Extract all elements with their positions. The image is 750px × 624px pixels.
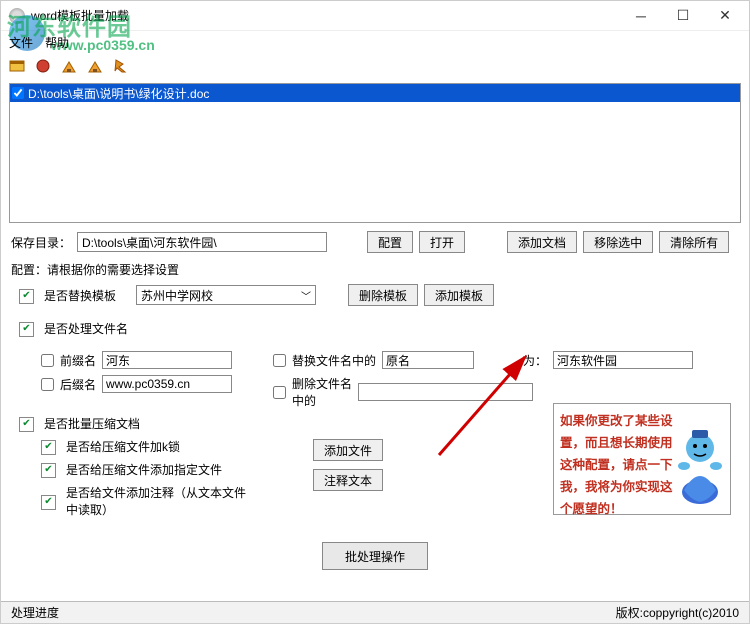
- del-in-name-checkbox[interactable]: [273, 386, 286, 399]
- add-file-label: 是否给压缩文件添加指定文件: [66, 461, 222, 478]
- status-left: 处理进度: [11, 604, 59, 621]
- del-in-name-label: 删除文件名中的: [292, 375, 352, 409]
- comment-checkbox[interactable]: [41, 493, 60, 510]
- config-button[interactable]: 配置: [367, 231, 413, 253]
- file-checkbox[interactable]: [12, 87, 24, 99]
- prefix-label: 前缀名: [60, 352, 96, 369]
- menu-file[interactable]: 文件: [9, 34, 33, 51]
- save-row: 保存目录： 配置 打开 添加文档 移除选中 清除所有: [11, 231, 739, 253]
- comment-label: 是否给文件添加注释（从文本文件中读取）: [66, 484, 253, 518]
- orig-name-input[interactable]: [382, 351, 474, 369]
- del-template-button[interactable]: 删除模板: [348, 284, 418, 306]
- prefix-checkbox[interactable]: [41, 354, 54, 367]
- prefix-input[interactable]: [102, 351, 232, 369]
- filename-row: 是否处理文件名: [19, 320, 731, 337]
- comment-button[interactable]: 注释文本: [313, 469, 383, 491]
- template-row: 是否替换模板 苏州中学网校 删除模板 添加模板: [19, 284, 731, 306]
- add-doc-button[interactable]: 添加文档: [507, 231, 577, 253]
- toolbar-icon-5[interactable]: [113, 58, 129, 74]
- status-right: 版权:coppyright(c)2010: [616, 604, 739, 621]
- toolbar: [1, 53, 749, 79]
- hint-box[interactable]: 如果你更改了某些设置，而且想长期使用这种配置，请点一下我，我将为你实现这个愿望的…: [553, 403, 731, 515]
- clear-all-button[interactable]: 清除所有: [659, 231, 729, 253]
- toolbar-icon-2[interactable]: [35, 58, 51, 74]
- lock-checkbox[interactable]: [41, 438, 60, 455]
- file-path: D:\tools\桌面\说明书\绿化设计.doc: [28, 85, 209, 102]
- suffix-input[interactable]: [102, 375, 232, 393]
- suffix-checkbox[interactable]: [41, 378, 54, 391]
- toolbar-icon-3[interactable]: [61, 58, 77, 74]
- replace-in-name-checkbox[interactable]: [273, 354, 286, 367]
- replace-in-name-label: 替换文件名中的: [292, 352, 376, 369]
- save-dir-label: 保存目录：: [11, 234, 71, 251]
- save-dir-input[interactable]: [77, 232, 327, 252]
- window-title: word模板批量加载: [31, 7, 629, 24]
- remove-selected-button[interactable]: 移除选中: [583, 231, 653, 253]
- genie-icon: [674, 412, 726, 508]
- hint-text: 如果你更改了某些设置，而且想长期使用这种配置，请点一下我，我将为你实现这个愿望的…: [560, 410, 678, 520]
- menubar: 文件 帮助: [1, 31, 749, 53]
- config-header: 配置：请根据你的需要选择设置: [11, 261, 739, 278]
- batch-compress-label: 是否批量压缩文档: [44, 415, 140, 432]
- minimize-button[interactable]: ─: [629, 6, 653, 26]
- file-row[interactable]: D:\tools\桌面\说明书\绿化设计.doc: [10, 84, 740, 102]
- file-list[interactable]: D:\tools\桌面\说明书\绿化设计.doc: [9, 83, 741, 223]
- statusbar: 处理进度 版权:coppyright(c)2010: [1, 601, 749, 623]
- batch-compress-checkbox[interactable]: [19, 415, 38, 432]
- add-file-checkbox[interactable]: [41, 461, 60, 478]
- replace-template-checkbox[interactable]: [19, 287, 38, 304]
- process-filename-label: 是否处理文件名: [44, 320, 128, 337]
- toolbar-icon-4[interactable]: [87, 58, 103, 74]
- batch-process-button[interactable]: 批处理操作: [322, 542, 428, 570]
- process-filename-checkbox[interactable]: [19, 320, 38, 337]
- open-button[interactable]: 打开: [419, 231, 465, 253]
- add-file-button[interactable]: 添加文件: [313, 439, 383, 461]
- new-name-input[interactable]: [553, 351, 693, 369]
- lock-label: 是否给压缩文件加k锁: [66, 438, 180, 455]
- suffix-label: 后缀名: [60, 376, 96, 393]
- maximize-button[interactable]: ☐: [671, 6, 695, 26]
- titlebar: word模板批量加载 ─ ☐ ✕: [1, 1, 749, 31]
- close-button[interactable]: ✕: [713, 6, 737, 26]
- menu-help[interactable]: 帮助: [45, 34, 69, 51]
- del-name-input[interactable]: [358, 383, 533, 401]
- replace-template-label: 是否替换模板: [44, 287, 116, 304]
- toolbar-icon-1[interactable]: [9, 58, 25, 74]
- template-combo[interactable]: 苏州中学网校: [136, 285, 316, 305]
- add-template-button[interactable]: 添加模板: [424, 284, 494, 306]
